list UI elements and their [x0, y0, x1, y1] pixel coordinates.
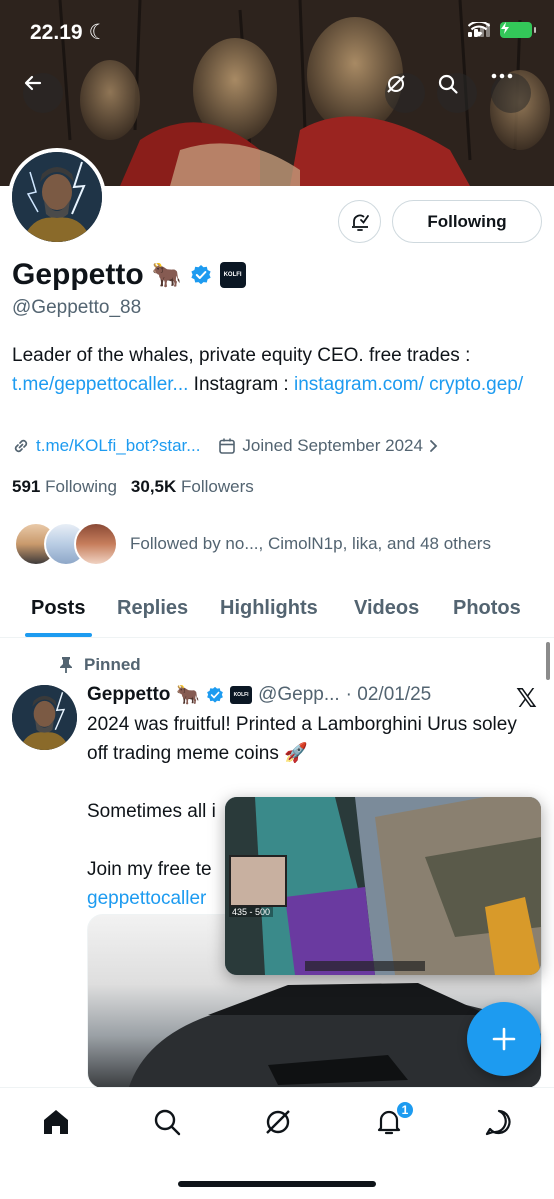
tab-videos[interactable]: Videos [354, 597, 419, 620]
nav-messages[interactable] [483, 1106, 515, 1138]
nav-home[interactable] [40, 1106, 72, 1138]
grok-icon [266, 1110, 290, 1134]
grok-button[interactable] [385, 73, 425, 113]
tab-replies[interactable]: Replies [117, 597, 188, 620]
moon-icon: ☾ [88, 21, 108, 44]
profile-bio: Leader of the whales, private equity CEO… [12, 341, 547, 399]
profile-name: Geppetto [12, 258, 144, 291]
tab-photos[interactable]: Photos [453, 597, 521, 620]
video-overlay-text: 435 - 500 [229, 907, 274, 917]
following-button[interactable]: Following [392, 200, 542, 243]
status-icons [468, 22, 536, 38]
profile-joined[interactable]: Joined September 2024 [218, 436, 439, 456]
chat-bubble-icon [485, 1109, 511, 1136]
link-icon [14, 439, 28, 453]
grok-icon [387, 75, 405, 93]
more-dots-icon [491, 73, 513, 79]
search-button[interactable] [437, 73, 477, 113]
home-icon [44, 1110, 68, 1134]
post-author-name[interactable]: Geppetto [87, 684, 170, 706]
follow-counts: 591 Following 30,5K Followers [12, 477, 254, 497]
profile-website[interactable]: t.me/KOLfi_bot?star... [12, 436, 200, 456]
followed-by-text: Followed by no..., CimolN1p, lika, and 4… [130, 534, 491, 553]
calendar-icon [219, 438, 236, 454]
tab-posts[interactable]: Posts [31, 597, 85, 620]
post-date[interactable]: · 02/01/25 [346, 684, 432, 706]
active-tab-indicator [25, 633, 92, 637]
nav-grok[interactable] [262, 1106, 294, 1138]
post-author-handle[interactable]: @Gepp... [258, 684, 340, 706]
joined-date: Joined September 2024 [242, 436, 423, 455]
arrow-left-icon [24, 75, 42, 91]
profile-handle: @Geppetto_88 [12, 297, 142, 318]
post-paragraph: 2024 was fruitful! Printed a Lamborghini… [87, 714, 517, 764]
profile-avatar[interactable] [8, 148, 106, 246]
more-button[interactable] [491, 73, 531, 113]
compose-post-button[interactable] [467, 1002, 541, 1076]
profile-name-row: Geppetto 🐂 KOLFI [12, 258, 246, 292]
follower-avatar [74, 522, 118, 566]
bio-link-telegram[interactable]: t.me/geppettocaller... [12, 374, 188, 395]
followed-by-row[interactable]: Followed by no..., CimolN1p, lika, and 4… [14, 522, 491, 566]
pinned-label: Pinned [58, 655, 141, 675]
notification-count-badge: 1 [395, 1100, 415, 1120]
website-link[interactable]: t.me/KOLfi_bot?star... [36, 436, 200, 456]
bio-text: Leader of the whales, private equity CEO… [12, 345, 471, 366]
pin-icon [60, 657, 72, 673]
home-indicator[interactable] [178, 1181, 376, 1187]
chevron-right-icon [430, 440, 438, 452]
avatar-image [12, 685, 77, 750]
name-emoji: 🐂 [151, 261, 182, 289]
pinned-text: Pinned [84, 655, 141, 674]
battery-charging-icon [500, 22, 536, 38]
plus-icon [492, 1027, 516, 1051]
author-emoji: 🐂 [176, 685, 201, 706]
search-icon [154, 1109, 181, 1136]
following-count[interactable]: 591 Following [12, 477, 117, 497]
avatar-image [12, 152, 102, 242]
notifications-subscribe-button[interactable] [338, 200, 381, 243]
time-text: 22.19 [30, 20, 83, 44]
profile-meta: t.me/KOLfi_bot?star... Joined September … [12, 436, 439, 456]
tab-highlights[interactable]: Highlights [220, 597, 318, 620]
bio-link-instagram[interactable]: instagram.com/ crypto.gep/ [294, 374, 523, 395]
streamer-webcam [229, 855, 287, 907]
profile-tabs: Posts Replies Highlights Videos Photos [0, 582, 554, 638]
bio-text: Instagram : [188, 374, 294, 395]
verified-badge-icon [207, 686, 223, 703]
affiliate-badge[interactable]: KOLFI [219, 262, 246, 288]
scrollbar[interactable] [546, 642, 550, 680]
post-author-avatar[interactable] [12, 685, 77, 750]
post-header: Geppetto 🐂 KOLFI @Gepp... · 02/01/25 [87, 683, 431, 707]
back-button[interactable] [23, 73, 63, 113]
bell-check-icon [351, 214, 369, 231]
affiliate-badge: KOLFI [230, 686, 253, 704]
followers-count[interactable]: 30,5K Followers [131, 477, 254, 497]
wifi-icon [468, 22, 490, 37]
picture-in-picture-video[interactable]: 435 - 500 [225, 797, 541, 975]
nav-explore[interactable] [151, 1106, 183, 1138]
status-time: 22.19 ☾ [30, 20, 107, 45]
affiliate-badge-text: KOLFI [223, 272, 242, 278]
verified-badge-icon[interactable] [190, 264, 212, 286]
search-icon [438, 74, 458, 94]
